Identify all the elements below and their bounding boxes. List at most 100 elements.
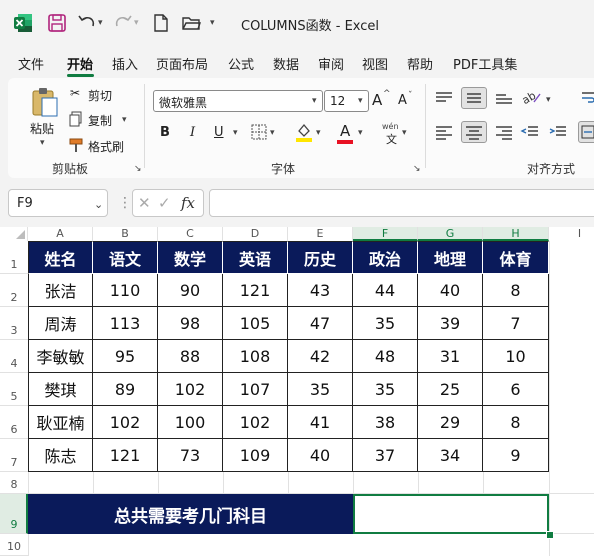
column-header-d[interactable]: D <box>223 227 288 241</box>
orientation-icon[interactable]: ab <box>520 88 542 106</box>
table-cell[interactable]: 109 <box>223 439 288 472</box>
question-banner[interactable]: 总共需要考几门科目 <box>28 494 353 534</box>
name-box-dropdown-icon[interactable]: ⌄ <box>94 198 103 211</box>
table-cell[interactable]: 48 <box>353 340 418 373</box>
table-header-cell[interactable]: 政治 <box>353 241 418 274</box>
table-cell[interactable]: 73 <box>158 439 223 472</box>
tab-page-layout[interactable]: 页面布局 <box>156 54 208 73</box>
name-box[interactable]: F9 <box>8 189 108 217</box>
table-header-cell[interactable]: 地理 <box>418 241 483 274</box>
table-header-cell[interactable]: 数学 <box>158 241 223 274</box>
table-cell[interactable]: 陈志 <box>28 439 93 472</box>
table-cell[interactable]: 121 <box>93 439 158 472</box>
format-painter-icon[interactable] <box>68 137 86 153</box>
table-cell[interactable]: 108 <box>223 340 288 373</box>
table-cell[interactable]: 8 <box>483 274 549 307</box>
align-middle-button[interactable] <box>461 87 487 109</box>
undo-dropdown-icon[interactable]: ▾ <box>98 18 103 28</box>
formula-input[interactable] <box>209 189 594 217</box>
row-header-7[interactable]: 7 <box>0 439 28 472</box>
table-cell[interactable]: 102 <box>223 406 288 439</box>
row-header-4[interactable]: 4 <box>0 340 28 373</box>
table-header-cell[interactable]: 体育 <box>483 241 549 274</box>
paste-dropdown-icon[interactable]: ▾ <box>40 138 45 148</box>
copy-label[interactable]: 复制 <box>88 112 112 129</box>
align-center-button[interactable] <box>461 121 487 143</box>
table-cell[interactable]: 102 <box>158 373 223 406</box>
table-cell[interactable]: 李敏敏 <box>28 340 93 373</box>
paste-icon[interactable] <box>30 86 60 118</box>
align-bottom-icon[interactable] <box>494 90 514 106</box>
row-header-3[interactable]: 3 <box>0 307 28 340</box>
italic-button[interactable]: I <box>190 125 195 140</box>
tab-data[interactable]: 数据 <box>273 54 299 73</box>
save-icon[interactable] <box>46 12 68 34</box>
table-cell[interactable]: 43 <box>288 274 353 307</box>
table-cell[interactable]: 7 <box>483 307 549 340</box>
table-cell[interactable]: 89 <box>93 373 158 406</box>
copy-dropdown-icon[interactable]: ▾ <box>122 115 127 125</box>
tab-file[interactable]: 文件 <box>18 54 44 73</box>
row-header-10[interactable]: 10 <box>0 534 28 556</box>
redo-icon[interactable] <box>112 12 134 34</box>
select-all-corner[interactable] <box>0 227 28 241</box>
table-cell[interactable]: 47 <box>288 307 353 340</box>
table-cell[interactable]: 35 <box>288 373 353 406</box>
font-launcher-icon[interactable]: ↘ <box>413 164 421 174</box>
column-header-i[interactable]: I <box>549 227 594 241</box>
tab-help[interactable]: 帮助 <box>407 54 433 73</box>
confirm-entry-icon[interactable]: ✓ <box>158 194 171 212</box>
fill-color-dropdown-icon[interactable]: ▾ <box>316 128 321 138</box>
table-header-cell[interactable]: 英语 <box>223 241 288 274</box>
row-header-1[interactable]: 1 <box>0 241 28 274</box>
format-painter-label[interactable]: 格式刷 <box>88 138 124 155</box>
underline-button[interactable]: U <box>214 125 224 140</box>
table-cell[interactable]: 樊琪 <box>28 373 93 406</box>
align-right-icon[interactable] <box>494 124 514 140</box>
orientation-dropdown-icon[interactable]: ▾ <box>546 95 551 105</box>
tab-insert[interactable]: 插入 <box>112 54 138 73</box>
cut-label[interactable]: 剪切 <box>88 87 112 104</box>
row-header-9[interactable]: 9 <box>0 494 28 534</box>
decrease-indent-icon[interactable] <box>520 124 540 140</box>
table-cell[interactable]: 105 <box>223 307 288 340</box>
table-header-cell[interactable]: 语文 <box>93 241 158 274</box>
table-cell[interactable]: 张洁 <box>28 274 93 307</box>
row-header-5[interactable]: 5 <box>0 373 28 406</box>
table-cell[interactable]: 35 <box>353 307 418 340</box>
phonetic-dropdown-icon[interactable]: ▾ <box>402 128 407 138</box>
column-header-h[interactable]: H <box>483 227 549 241</box>
table-cell[interactable]: 100 <box>158 406 223 439</box>
table-header-cell[interactable]: 历史 <box>288 241 353 274</box>
bold-button[interactable]: B <box>160 125 170 140</box>
open-folder-icon[interactable] <box>180 12 202 34</box>
column-header-g[interactable]: G <box>418 227 483 241</box>
selected-cell-f9[interactable] <box>353 494 549 534</box>
font-color-dropdown-icon[interactable]: ▾ <box>358 128 363 138</box>
row-header-6[interactable]: 6 <box>0 406 28 439</box>
table-cell[interactable]: 98 <box>158 307 223 340</box>
table-cell[interactable]: 37 <box>353 439 418 472</box>
merge-center-button[interactable] <box>578 121 594 143</box>
column-header-b[interactable]: B <box>93 227 158 241</box>
column-header-a[interactable]: A <box>28 227 93 241</box>
worksheet[interactable]: A B C D E F G H I 1 2 3 4 5 6 7 8 9 10 姓… <box>0 227 594 556</box>
table-cell[interactable]: 39 <box>418 307 483 340</box>
table-cell[interactable]: 29 <box>418 406 483 439</box>
table-cell[interactable]: 40 <box>418 274 483 307</box>
underline-dropdown-icon[interactable]: ▾ <box>233 128 238 138</box>
table-cell[interactable]: 40 <box>288 439 353 472</box>
table-cell[interactable]: 耿亚楠 <box>28 406 93 439</box>
wrap-text-icon[interactable] <box>580 90 594 106</box>
row-header-2[interactable]: 2 <box>0 274 28 307</box>
table-cell[interactable]: 25 <box>418 373 483 406</box>
table-cell[interactable]: 周涛 <box>28 307 93 340</box>
fill-color-icon[interactable] <box>295 122 313 142</box>
redo-dropdown-icon[interactable]: ▾ <box>134 18 139 28</box>
table-cell[interactable]: 38 <box>353 406 418 439</box>
align-top-icon[interactable] <box>434 90 454 106</box>
table-cell[interactable]: 44 <box>353 274 418 307</box>
insert-function-icon[interactable]: fx <box>181 194 195 212</box>
borders-dropdown-icon[interactable]: ▾ <box>270 128 275 138</box>
font-color-icon[interactable]: A <box>340 122 350 140</box>
